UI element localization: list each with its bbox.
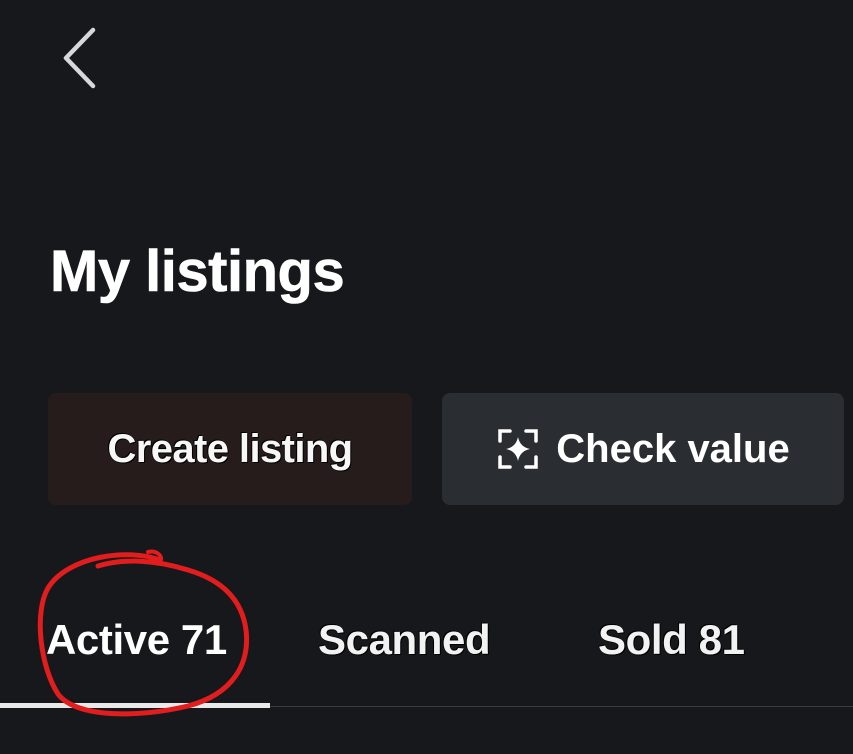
chevron-left-icon (63, 27, 96, 89)
tab-scanned[interactable]: Scanned (318, 610, 491, 670)
create-listing-button[interactable]: Create listing (48, 393, 412, 505)
tab-active[interactable]: Active 71 (46, 610, 227, 670)
check-value-label: Check value (556, 426, 790, 471)
tab-sold[interactable]: Sold 81 (598, 610, 745, 670)
sparkle-scan-icon (496, 427, 540, 471)
listing-tabs: Active 71 Scanned Sold 81 (0, 580, 853, 708)
tab-selected-indicator (0, 703, 270, 708)
back-button[interactable] (50, 22, 110, 94)
create-listing-label: Create listing (107, 426, 354, 471)
check-value-button[interactable]: Check value (442, 393, 844, 505)
page-title: My listings (50, 239, 345, 305)
action-buttons: Create listing Check value (48, 393, 844, 505)
tabs-divider (270, 706, 853, 707)
